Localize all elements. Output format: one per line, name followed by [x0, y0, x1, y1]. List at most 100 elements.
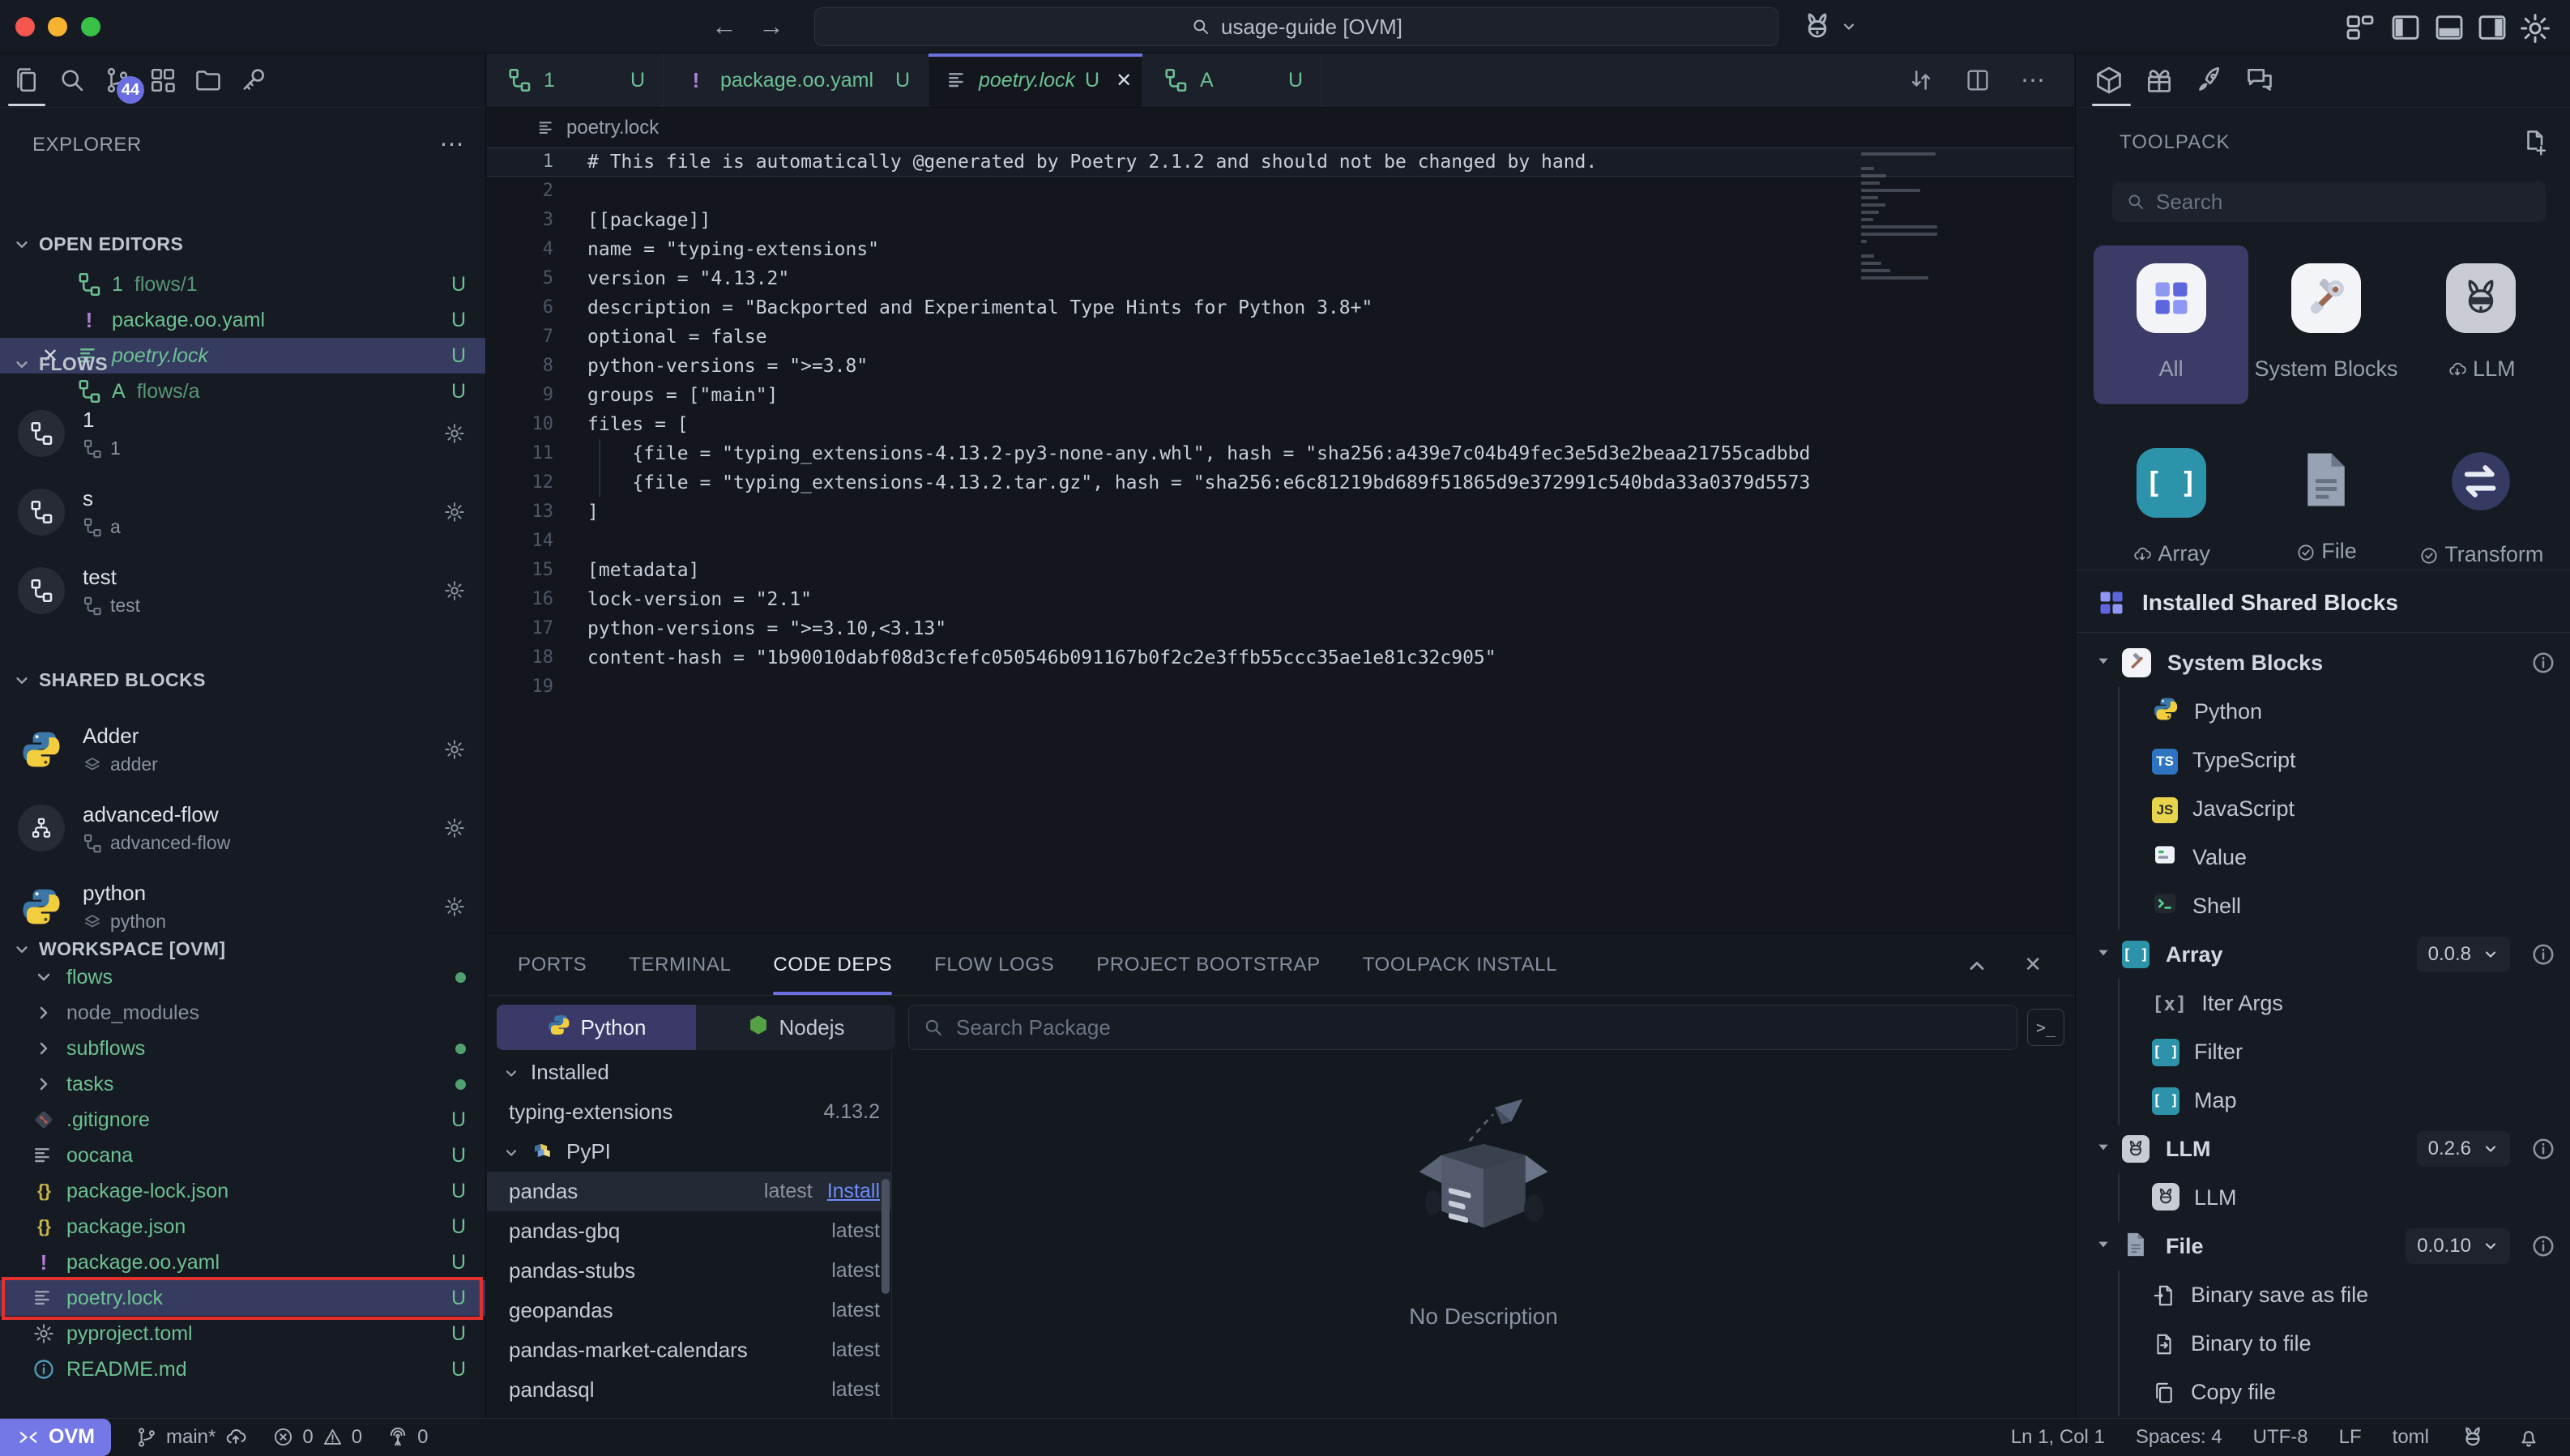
shared-block-item[interactable]: advanced-flow advanced-flow — [0, 788, 485, 867]
workspace-item-package.json[interactable]: { } package.jsonU — [0, 1209, 485, 1245]
panel-tab-CODE DEPS[interactable]: CODE DEPS — [773, 934, 892, 995]
package-row-pandasql[interactable]: pandasql latest — [487, 1370, 891, 1410]
toggle-right-sidebar-icon[interactable] — [2476, 11, 2508, 48]
terminal-button[interactable]: >_ — [2027, 1009, 2064, 1046]
toolpack-block-LLM[interactable]: LLM — [2120, 1173, 2570, 1222]
runtime-Python[interactable]: Python — [497, 1005, 696, 1050]
toolpack-tile-All[interactable]: All — [2094, 246, 2248, 404]
workspace-item-oocana[interactable]: oocanaU — [0, 1138, 485, 1173]
encoding[interactable]: UTF-8 — [2253, 1426, 2308, 1449]
workspace-item-node_modules[interactable]: node_modules — [0, 995, 485, 1031]
scrollbar-thumb[interactable] — [882, 1179, 890, 1294]
gear-icon[interactable] — [443, 579, 466, 602]
editor-tab-package.oo.yaml[interactable]: ! package.oo.yaml U — [664, 53, 929, 107]
rocket-tab-icon[interactable] — [2194, 65, 2225, 96]
open-editor-row[interactable]: ! package.oo.yaml U — [0, 302, 485, 338]
folder-tab-icon[interactable] — [193, 65, 224, 96]
assistant-menu[interactable] — [1800, 10, 1857, 44]
notifications-bell-icon[interactable] — [2517, 1425, 2541, 1450]
toggle-left-sidebar-icon[interactable] — [2389, 11, 2422, 48]
toolpack-block-Filter[interactable]: [ ] Filter — [2120, 1027, 2570, 1076]
toolpack-block-Copy file[interactable]: Copy file — [2120, 1368, 2570, 1416]
search-tab-icon[interactable] — [57, 65, 88, 96]
remote-workspace-chip[interactable]: OVM — [0, 1419, 111, 1456]
editor-more-actions-icon[interactable]: ⋯ — [2021, 66, 2045, 95]
git-branch-item[interactable]: main* — [135, 1425, 248, 1450]
toolpack-block-Shell[interactable]: Shell — [2120, 882, 2570, 930]
info-icon[interactable] — [2531, 942, 2555, 967]
gear-icon[interactable] — [443, 422, 466, 445]
package-group-PyPI[interactable]: PyPI — [487, 1132, 891, 1172]
flow-item[interactable]: s a — [0, 472, 485, 551]
package-group-Installed[interactable]: Installed — [487, 1053, 891, 1092]
package-row-pandas-stubs[interactable]: pandas-stubs latest — [487, 1251, 891, 1291]
install-link[interactable]: Install — [827, 1180, 880, 1203]
info-icon[interactable] — [2531, 651, 2555, 675]
editor-tab-1[interactable]: 1 U — [487, 53, 664, 107]
minimap[interactable] — [1861, 149, 1940, 489]
gift-tab-icon[interactable] — [2144, 65, 2175, 96]
indentation[interactable]: Spaces: 4 — [2136, 1426, 2222, 1449]
toolpack-section-Array[interactable]: [ ] Array 0.0.8 — [2076, 930, 2570, 979]
explorer-tab-icon[interactable] — [11, 65, 42, 96]
toolpack-block-Python[interactable]: Python — [2120, 687, 2570, 736]
toggle-panel-icon[interactable] — [2433, 11, 2465, 48]
package-row-pandas-gbq[interactable]: pandas-gbq latest — [487, 1211, 891, 1251]
more-actions-icon[interactable]: ⋯ — [440, 130, 465, 159]
editor-tab-poetry.lock[interactable]: poetry.lock U ✕ — [929, 53, 1143, 107]
panel-maximize-icon[interactable] — [1966, 952, 1988, 977]
gear-icon[interactable] — [443, 501, 466, 523]
runtime-Nodejs[interactable]: Nodejs — [696, 1005, 895, 1050]
breadcrumb[interactable]: poetry.lock — [487, 108, 2074, 147]
window-close-button[interactable] — [15, 17, 35, 36]
source-control-tab-icon[interactable]: 44 — [102, 65, 133, 96]
panel-close-icon[interactable]: ✕ — [2024, 952, 2042, 977]
open-editors-header[interactable]: OPEN EDITORS — [0, 233, 485, 255]
gear-icon[interactable] — [443, 817, 466, 839]
toolpack-block-Iter Args[interactable]: [x] Iter Args — [2120, 979, 2570, 1027]
toolpack-section-LLM[interactable]: LLM 0.2.6 — [2076, 1125, 2570, 1173]
version-select[interactable]: 0.0.10 — [2406, 1228, 2510, 1264]
sync-editors-icon[interactable] — [1907, 66, 1935, 94]
workspace-item-pyproject.toml[interactable]: pyproject.tomlU — [0, 1316, 485, 1351]
panel-tab-TERMINAL[interactable]: TERMINAL — [629, 934, 731, 995]
blocks-tab-icon[interactable] — [147, 65, 178, 96]
command-center-search[interactable]: usage-guide [OVM] — [814, 7, 1778, 46]
back-arrow-icon[interactable]: ← — [711, 11, 737, 41]
package-search-input[interactable]: Search Package — [908, 1005, 2017, 1050]
panel-tab-TOOLPACK INSTALL[interactable]: TOOLPACK INSTALL — [1363, 934, 1557, 995]
panel-tab-PORTS[interactable]: PORTS — [518, 934, 587, 995]
rabbit-status-icon[interactable] — [2460, 1424, 2486, 1450]
close-icon[interactable]: ✕ — [1116, 69, 1132, 92]
package-row-typing-extensions[interactable]: typing-extensions 4.13.2 — [487, 1092, 891, 1132]
key-tab-icon[interactable] — [238, 65, 269, 96]
open-editor-row[interactable]: 1 flows/1 U — [0, 267, 485, 302]
gear-icon[interactable] — [443, 895, 466, 918]
version-select[interactable]: 0.2.6 — [2417, 1131, 2510, 1167]
toolpack-block-TypeScript[interactable]: TS TypeScript — [2120, 736, 2570, 784]
toolpack-block-Binary to file[interactable]: Binary to file — [2120, 1319, 2570, 1368]
toolpack-block-Map[interactable]: [ ] Map — [2120, 1076, 2570, 1125]
package-row-geopandas[interactable]: geopandas latest — [487, 1291, 891, 1330]
new-toolpack-icon[interactable] — [2520, 128, 2549, 157]
chat-tab-icon[interactable] — [2244, 65, 2275, 96]
window-maximize-button[interactable] — [81, 17, 100, 36]
toolpack-tile-LLM[interactable]: LLM — [2404, 246, 2559, 404]
info-icon[interactable] — [2531, 1234, 2555, 1258]
gear-icon[interactable] — [443, 738, 466, 761]
workspace-header[interactable]: WORKSPACE [OVM] — [0, 938, 485, 960]
flows-header[interactable]: FLOWS — [0, 353, 485, 375]
workspace-item-poetry.lock[interactable]: poetry.lockU — [0, 1280, 485, 1316]
customize-layout-icon[interactable] — [2344, 11, 2376, 44]
settings-gear-icon[interactable] — [2518, 11, 2552, 45]
toolpack-section-File[interactable]: File 0.0.10 — [2076, 1222, 2570, 1270]
toolpack-block-Value[interactable]: Value — [2120, 833, 2570, 882]
package-row-pandas-market-calendars[interactable]: pandas-market-calendars latest — [487, 1330, 891, 1370]
toolpack-section-System Blocks[interactable]: System Blocks — [2076, 638, 2570, 687]
toolpack-search-input[interactable]: Search — [2112, 181, 2546, 222]
workspace-item-.gitignore[interactable]: .gitignoreU — [0, 1102, 485, 1138]
toolpack-tile-File[interactable]: File — [2248, 430, 2403, 589]
problems-item[interactable]: 0 0 — [272, 1426, 362, 1449]
workspace-item-tasks[interactable]: tasks — [0, 1066, 485, 1102]
shared-block-item[interactable]: Adder adder — [0, 710, 485, 788]
